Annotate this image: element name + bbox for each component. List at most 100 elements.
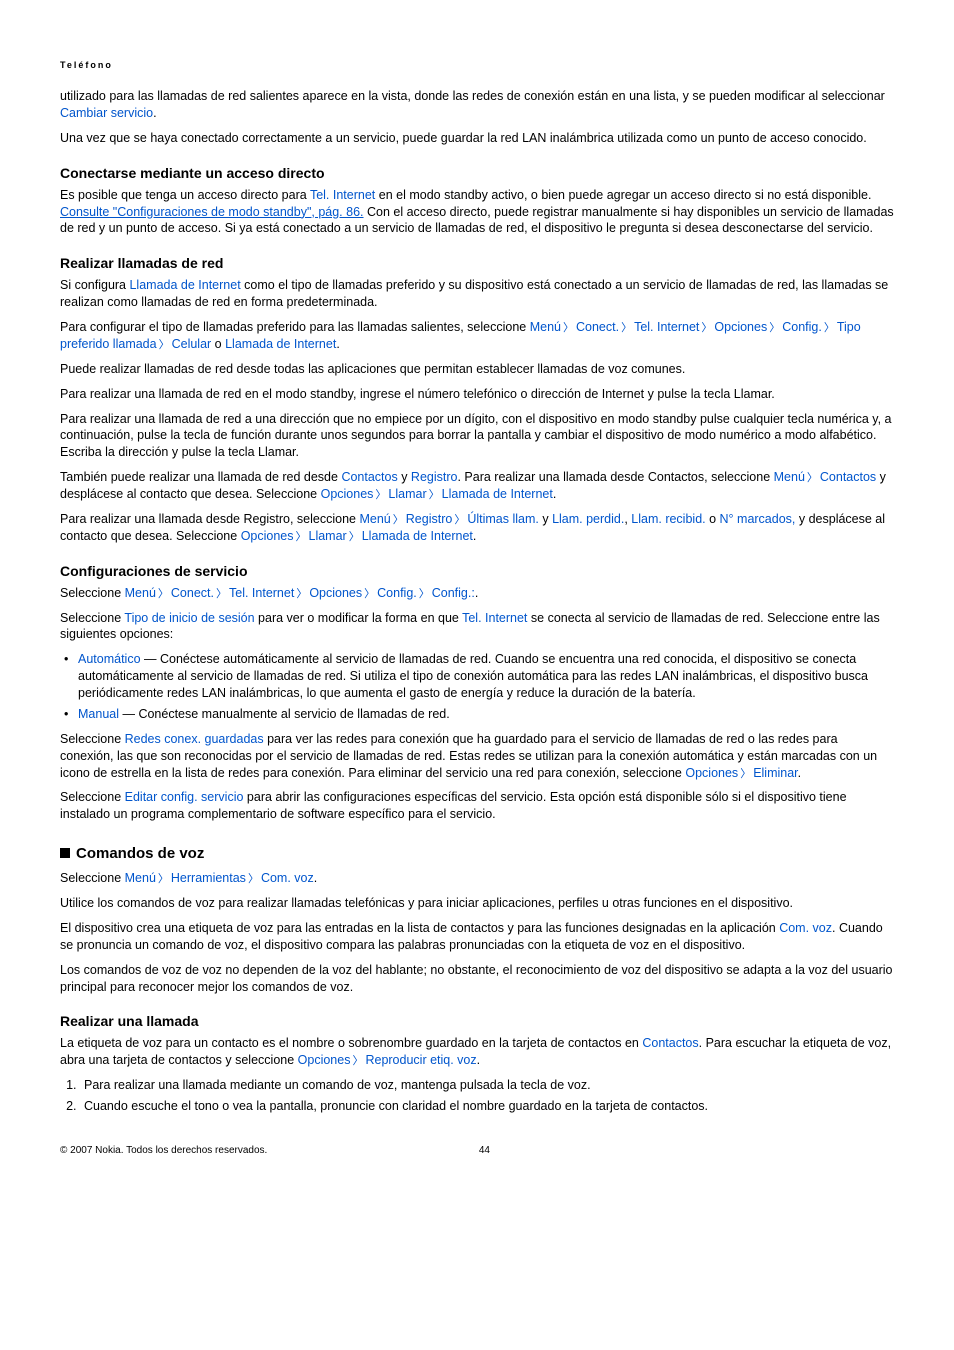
heading-config-servicio: Configuraciones de servicio bbox=[60, 563, 894, 579]
redes-conex-link[interactable]: Redes conex. guardadas bbox=[125, 732, 264, 746]
registro-link[interactable]: Registro bbox=[406, 512, 453, 526]
comandos-p4: Los comandos de voz de voz no dependen d… bbox=[60, 962, 894, 996]
menu-link[interactable]: Menú bbox=[359, 512, 390, 526]
realizar-llamada-p1: La etiqueta de voz para un contacto es e… bbox=[60, 1035, 894, 1069]
conect-link[interactable]: Conect. bbox=[171, 586, 214, 600]
text: — Conéctese automáticamente al servicio … bbox=[78, 652, 868, 700]
llamar-link[interactable]: Llamar bbox=[309, 529, 347, 543]
conectarse-p1: Es posible que tenga un acceso directo p… bbox=[60, 187, 894, 238]
menu-link[interactable]: Menú bbox=[774, 470, 805, 484]
list-item: Cuando escuche el tono o vea la pantalla… bbox=[80, 1098, 894, 1115]
chevron-icon: 〉 bbox=[805, 471, 820, 486]
text: También puede realizar una llamada de re… bbox=[60, 470, 341, 484]
com-voz-link[interactable]: Com. voz bbox=[261, 871, 314, 885]
text: . bbox=[553, 487, 556, 501]
contactos-link[interactable]: Contactos bbox=[820, 470, 876, 484]
chevron-icon: 〉 bbox=[294, 587, 309, 602]
comandos-p2: Utilice los comandos de voz para realiza… bbox=[60, 895, 894, 912]
chevron-icon: 〉 bbox=[452, 513, 467, 528]
text: Seleccione bbox=[60, 871, 125, 885]
reproducir-link[interactable]: Reproducir etiq. voz bbox=[365, 1053, 476, 1067]
tel-internet-link[interactable]: Tel. Internet bbox=[229, 586, 294, 600]
page-number: 44 bbox=[479, 1145, 490, 1156]
herramientas-link[interactable]: Herramientas bbox=[171, 871, 246, 885]
realizar-p7: Para realizar una llamada desde Registro… bbox=[60, 511, 894, 545]
opciones-link[interactable]: Opciones bbox=[298, 1053, 351, 1067]
llamada-internet-link[interactable]: Llamada de Internet bbox=[129, 278, 240, 292]
celular-link[interactable]: Celular bbox=[172, 337, 212, 351]
text: y bbox=[398, 470, 411, 484]
chevron-icon: 〉 bbox=[391, 513, 406, 528]
text: . bbox=[798, 766, 801, 780]
realizar-p5: Para realizar una llamada de red a una d… bbox=[60, 411, 894, 462]
text: para ver o modificar la forma en que bbox=[255, 611, 463, 625]
editar-config-link[interactable]: Editar config. servicio bbox=[125, 790, 244, 804]
list-item: Manual — Conéctese manualmente al servic… bbox=[64, 706, 894, 723]
llamada-internet-link[interactable]: Llamada de Internet bbox=[225, 337, 336, 351]
llamar-link[interactable]: Llamar bbox=[388, 487, 426, 501]
consulte-link[interactable]: Consulte "Configuraciones de modo standb… bbox=[60, 205, 364, 219]
menu-link[interactable]: Menú bbox=[125, 586, 156, 600]
chevron-icon: 〉 bbox=[417, 587, 432, 602]
text: o bbox=[211, 337, 225, 351]
contactos-link[interactable]: Contactos bbox=[642, 1036, 698, 1050]
options-list: Automático — Conéctese automáticamente a… bbox=[60, 651, 894, 723]
chevron-icon: 〉 bbox=[156, 587, 171, 602]
list-item: Para realizar una llamada mediante un co… bbox=[80, 1077, 894, 1094]
config-link[interactable]: Config. bbox=[782, 320, 822, 334]
text: . bbox=[314, 871, 317, 885]
text: Seleccione bbox=[60, 611, 124, 625]
manual-link[interactable]: Manual bbox=[78, 707, 119, 721]
text: Para configurar el tipo de llamadas pref… bbox=[60, 320, 530, 334]
text: . bbox=[475, 586, 478, 600]
n-marcados-link[interactable]: N° marcados, bbox=[720, 512, 796, 526]
config-colon-link[interactable]: Config.: bbox=[432, 586, 475, 600]
chevron-icon: 〉 bbox=[156, 872, 171, 887]
tipo-inicio-link[interactable]: Tipo de inicio de sesión bbox=[124, 611, 254, 625]
tel-internet-link[interactable]: Tel. Internet bbox=[634, 320, 699, 334]
registro-link[interactable]: Registro bbox=[411, 470, 458, 484]
llamada-internet-link[interactable]: Llamada de Internet bbox=[362, 529, 473, 543]
comandos-p3: El dispositivo crea una etiqueta de voz … bbox=[60, 920, 894, 954]
text: El dispositivo crea una etiqueta de voz … bbox=[60, 921, 779, 935]
config-link[interactable]: Config. bbox=[377, 586, 417, 600]
text: Es posible que tenga un acceso directo p… bbox=[60, 188, 310, 202]
conect-link[interactable]: Conect. bbox=[576, 320, 619, 334]
com-voz-link[interactable]: Com. voz bbox=[779, 921, 832, 935]
automatico-link[interactable]: Automático bbox=[78, 652, 141, 666]
chevron-icon: 〉 bbox=[822, 321, 837, 336]
text: Seleccione bbox=[60, 790, 125, 804]
heading-realizar-red: Realizar llamadas de red bbox=[60, 255, 894, 271]
opciones-link[interactable]: Opciones bbox=[321, 487, 374, 501]
chevron-icon: 〉 bbox=[738, 767, 753, 782]
llamada-internet-link[interactable]: Llamada de Internet bbox=[442, 487, 553, 501]
opciones-link[interactable]: Opciones bbox=[685, 766, 738, 780]
menu-link[interactable]: Menú bbox=[530, 320, 561, 334]
opciones-link[interactable]: Opciones bbox=[714, 320, 767, 334]
text: . Para realizar una llamada desde Contac… bbox=[457, 470, 773, 484]
chevron-icon: 〉 bbox=[214, 587, 229, 602]
opciones-link[interactable]: Opciones bbox=[241, 529, 294, 543]
eliminar-link[interactable]: Eliminar bbox=[753, 766, 797, 780]
llam-perdid-link[interactable]: Llam. perdid. bbox=[552, 512, 624, 526]
text: — Conéctese manualmente al servicio de l… bbox=[119, 707, 450, 721]
chevron-icon: 〉 bbox=[427, 488, 442, 503]
tel-internet-link[interactable]: Tel. Internet bbox=[462, 611, 527, 625]
copyright-text: © 2007 Nokia. Todos los derechos reserva… bbox=[60, 1145, 267, 1156]
cambiar-servicio-link[interactable]: Cambiar servicio bbox=[60, 106, 153, 120]
chevron-icon: 〉 bbox=[294, 530, 309, 545]
contactos-link[interactable]: Contactos bbox=[341, 470, 397, 484]
menu-link[interactable]: Menú bbox=[125, 871, 156, 885]
page-footer: © 2007 Nokia. Todos los derechos reserva… bbox=[60, 1145, 490, 1156]
ultimas-link[interactable]: Últimas llam. bbox=[467, 512, 539, 526]
heading-realizar-llamada: Realizar una llamada bbox=[60, 1013, 894, 1029]
tel-internet-link[interactable]: Tel. Internet bbox=[310, 188, 375, 202]
config-p3: Seleccione Redes conex. guardadas para v… bbox=[60, 731, 894, 782]
llam-recibid-link[interactable]: Llam. recibid. bbox=[631, 512, 705, 526]
opciones-link[interactable]: Opciones bbox=[309, 586, 362, 600]
text: La etiqueta de voz para un contacto es e… bbox=[60, 1036, 642, 1050]
square-icon bbox=[60, 848, 70, 858]
text: Seleccione bbox=[60, 732, 125, 746]
heading-comandos-voz: Comandos de voz bbox=[60, 845, 894, 862]
text: en el modo standby activo, o bien puede … bbox=[375, 188, 871, 202]
